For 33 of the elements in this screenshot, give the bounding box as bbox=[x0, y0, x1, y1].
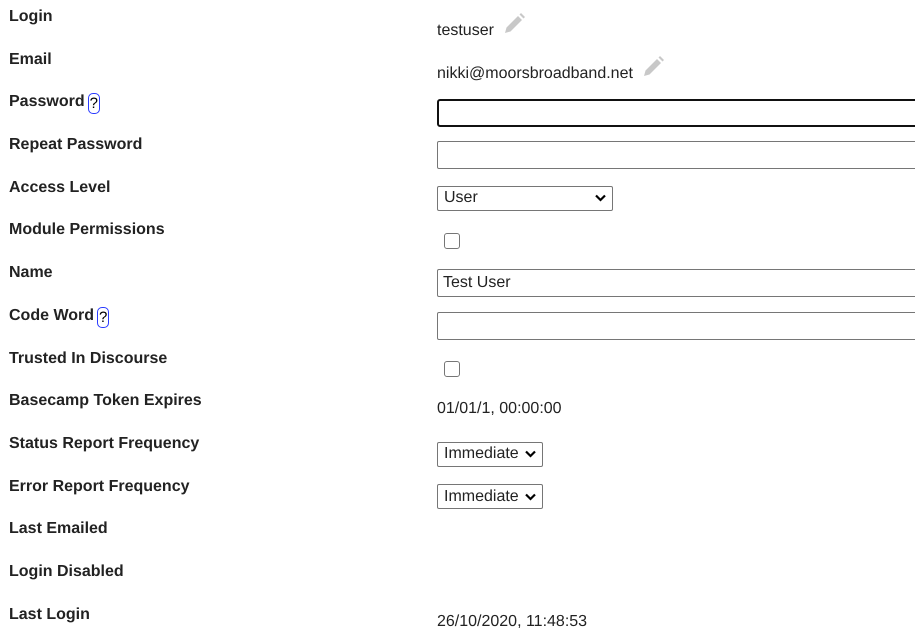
field-label: Status Report Frequency bbox=[9, 434, 200, 453]
dropdown[interactable]: Immediate bbox=[437, 442, 543, 467]
text-field[interactable] bbox=[437, 141, 915, 170]
field-label: Last Login bbox=[9, 606, 90, 624]
field-label: Password bbox=[9, 93, 85, 112]
dropdown[interactable]: Immediate bbox=[437, 484, 543, 510]
chevron-down-icon bbox=[524, 492, 536, 501]
text-field[interactable] bbox=[437, 98, 915, 127]
field-label: Access Level bbox=[9, 178, 110, 197]
field-value: testuser bbox=[437, 22, 494, 40]
field-label: Login Disabled bbox=[9, 562, 124, 581]
field-label: Basecamp Token Expires bbox=[9, 392, 202, 410]
field-label: Code Word bbox=[9, 306, 94, 325]
checkbox[interactable] bbox=[444, 232, 460, 249]
text-field[interactable] bbox=[437, 312, 915, 340]
field-value: 26/10/2020, 11:48:53 bbox=[437, 612, 588, 628]
field-label: Repeat Password bbox=[9, 136, 142, 154]
field-label: Name bbox=[9, 264, 53, 282]
text-field[interactable]: Test User bbox=[437, 269, 915, 298]
field-label: Login bbox=[9, 8, 53, 26]
dropdown[interactable]: User bbox=[437, 186, 613, 211]
field-value: 01/01/1, 00:00:00 bbox=[437, 400, 562, 418]
field-label: Error Report Frequency bbox=[9, 478, 190, 496]
field-value: nikki@moorsbroadband.net bbox=[437, 65, 633, 84]
checkbox[interactable] bbox=[444, 360, 460, 377]
chevron-down-icon bbox=[595, 194, 606, 202]
field-label: Trusted In Discourse bbox=[9, 350, 168, 368]
chevron-down-icon bbox=[524, 450, 536, 458]
help-link[interactable]: ? bbox=[88, 93, 100, 114]
field-label: Last Emailed bbox=[9, 520, 108, 538]
field-label: Module Permissions bbox=[9, 221, 165, 240]
help-link[interactable]: ? bbox=[97, 306, 110, 328]
field-label: Email bbox=[9, 50, 52, 69]
